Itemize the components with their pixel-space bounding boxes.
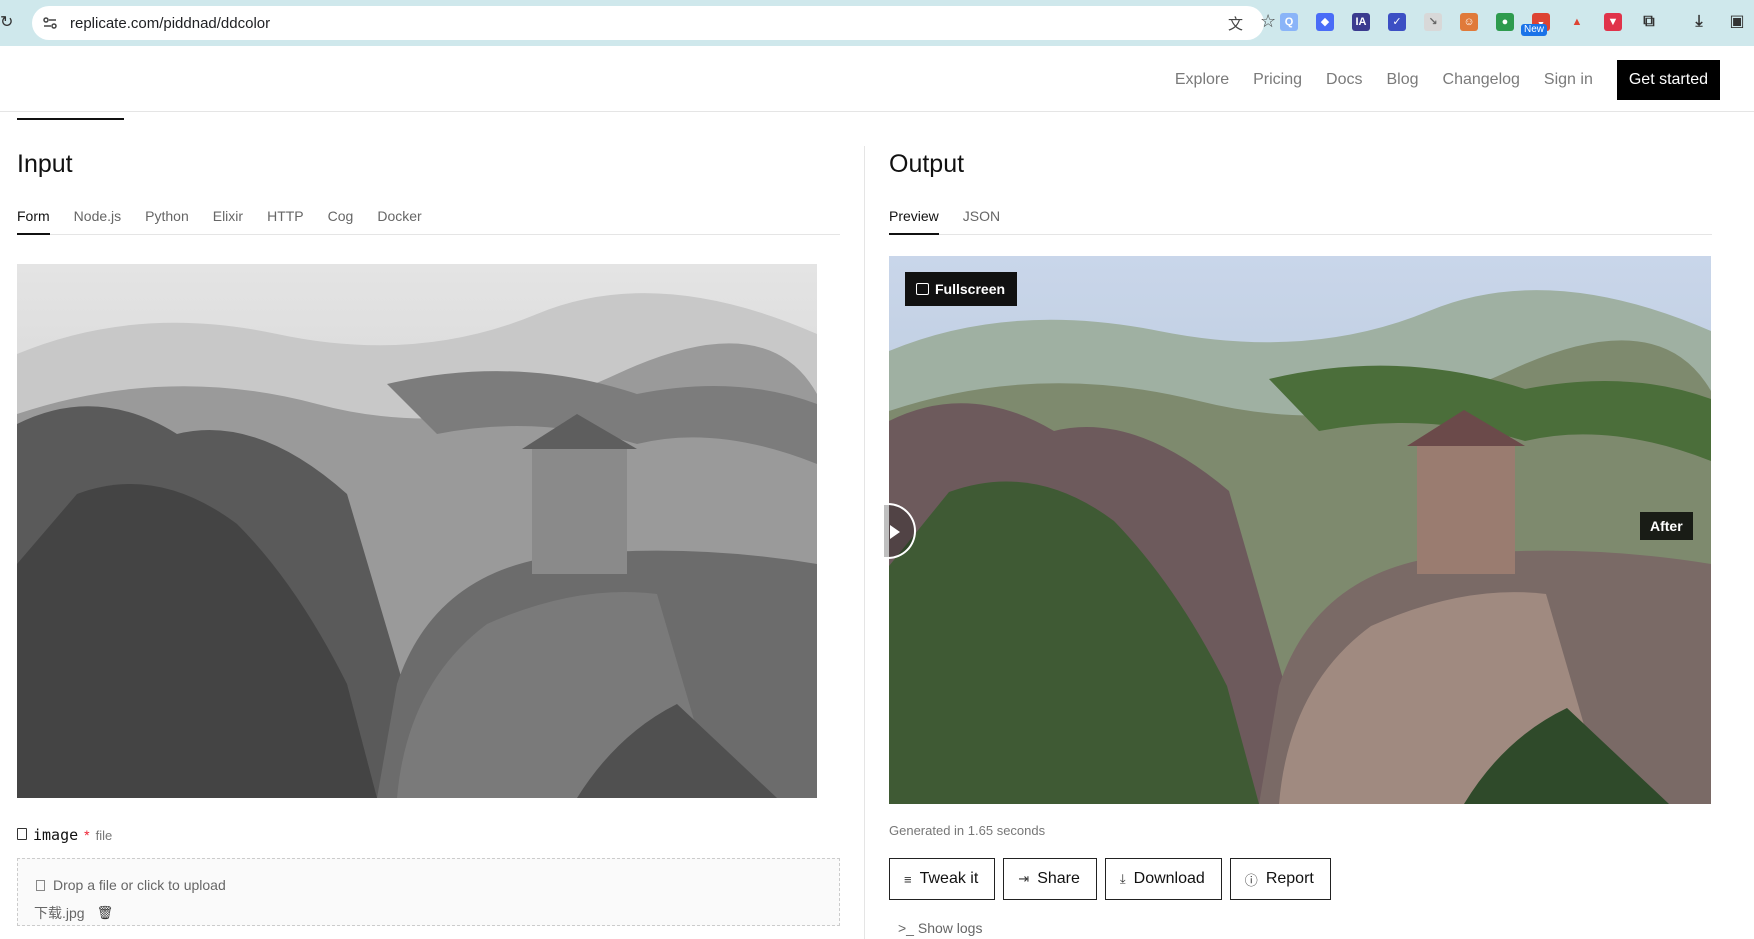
translate-icon[interactable]: 文 xyxy=(1228,13,1243,34)
input-image-preview[interactable] xyxy=(17,264,817,798)
alert-circle-icon: ⓘ xyxy=(1244,872,1258,888)
download-button[interactable]: ⤓ Download xyxy=(1104,858,1222,900)
nav-changelog[interactable]: Changelog xyxy=(1443,71,1520,89)
nav-blog[interactable]: Blog xyxy=(1386,71,1418,89)
file-icon xyxy=(17,828,27,840)
required-marker: * xyxy=(84,827,90,843)
output-tabs: Preview JSON xyxy=(889,208,1712,235)
address-bar[interactable]: replicate.com/piddnad/ddcolor 文 ☆ xyxy=(32,6,1276,40)
extension-icon[interactable]: ☺ xyxy=(1460,13,1478,31)
extension-icon[interactable]: Q xyxy=(1280,13,1298,31)
nav-docs[interactable]: Docs xyxy=(1326,71,1362,89)
column-divider xyxy=(864,146,865,939)
show-logs-toggle[interactable]: >_ Show logs xyxy=(898,920,982,936)
site-settings-icon[interactable] xyxy=(42,15,58,31)
extension-icon[interactable]: ▲ xyxy=(1568,13,1586,31)
nav-sign-in[interactable]: Sign in xyxy=(1544,71,1593,89)
reload-icon[interactable]: ↻ xyxy=(0,13,20,33)
terminal-icon: >_ xyxy=(898,920,914,936)
share-label: Share xyxy=(1037,870,1080,887)
file-dropzone[interactable]: Drop a file or click to upload 下载.jpg 🗑 xyxy=(17,858,840,926)
tweak-it-button[interactable]: ≡ Tweak it xyxy=(889,858,996,900)
tab-form[interactable]: Form xyxy=(17,208,50,235)
uploaded-file: 下载.jpg 🗑 xyxy=(34,903,113,923)
field-name: image xyxy=(33,826,79,844)
tab-cog[interactable]: Cog xyxy=(328,208,354,234)
url-text[interactable]: replicate.com/piddnad/ddcolor xyxy=(70,15,270,32)
nav-pricing[interactable]: Pricing xyxy=(1253,71,1302,89)
dropzone-hint-text: Drop a file or click to upload xyxy=(53,877,226,893)
sliders-icon: ≡ xyxy=(904,871,912,887)
get-started-button[interactable]: Get started xyxy=(1616,60,1720,100)
extension-icon[interactable]: ◆ xyxy=(1316,13,1334,31)
tab-json[interactable]: JSON xyxy=(963,208,1000,234)
image-field-label: image * file xyxy=(17,826,112,844)
tweak-it-label: Tweak it xyxy=(919,870,979,887)
extension-icon[interactable]: ● xyxy=(1496,13,1514,31)
trash-icon[interactable]: 🗑 xyxy=(97,905,114,921)
generation-time: Generated in 1.65 seconds xyxy=(889,823,1046,838)
extension-icon[interactable]: ↘ xyxy=(1424,13,1442,31)
nav-explore[interactable]: Explore xyxy=(1175,71,1229,89)
download-icon[interactable]: ⤓ xyxy=(1690,13,1708,31)
tab-python[interactable]: Python xyxy=(145,208,189,234)
extension-icon[interactable]: IA xyxy=(1352,13,1370,31)
download-icon: ⤓ xyxy=(1119,871,1126,886)
output-actions: ≡ Tweak it ⇥ Share ⤓ Download ⓘ Report xyxy=(889,858,1331,900)
site-header: Explore Pricing Docs Blog Changelog Sign… xyxy=(0,46,1754,112)
file-name: 下载.jpg xyxy=(34,905,85,921)
download-label: Download xyxy=(1133,870,1205,887)
browser-toolbar: ↻ replicate.com/piddnad/ddcolor 文 ☆ Q ◆ … xyxy=(0,0,1754,46)
input-title: Input xyxy=(17,150,73,178)
tab-http[interactable]: HTTP xyxy=(267,208,304,234)
output-title: Output xyxy=(889,150,965,178)
sidebar-icon[interactable]: ▣ xyxy=(1728,13,1746,31)
fullscreen-label: Fullscreen xyxy=(935,281,1006,297)
top-nav: Explore Pricing Docs Blog Changelog Sign… xyxy=(1151,60,1720,100)
fullscreen-icon xyxy=(916,283,929,295)
output-image-preview[interactable] xyxy=(889,256,1711,804)
input-tabs: Form Node.js Python Elixir HTTP Cog Dock… xyxy=(17,208,840,235)
active-page-tab-indicator xyxy=(17,118,124,120)
fullscreen-button[interactable]: Fullscreen xyxy=(905,272,1018,306)
share-icon: ⇥ xyxy=(1018,871,1030,886)
show-logs-label: Show logs xyxy=(917,920,983,936)
report-label: Report xyxy=(1265,870,1314,887)
tab-docker[interactable]: Docker xyxy=(377,208,421,234)
file-icon xyxy=(36,879,45,891)
tab-elixir[interactable]: Elixir xyxy=(213,208,243,234)
tab-nodejs[interactable]: Node.js xyxy=(74,208,121,234)
share-button[interactable]: ⇥ Share xyxy=(1003,858,1097,900)
puzzle-extensions-icon[interactable]: ⧉ xyxy=(1640,13,1658,31)
report-button[interactable]: ⓘ Report xyxy=(1229,858,1331,900)
extension-icon[interactable]: ▼ xyxy=(1604,13,1622,31)
extension-icon[interactable]: ✓ xyxy=(1388,13,1406,31)
tab-preview[interactable]: Preview xyxy=(889,208,939,235)
new-badge: New xyxy=(1521,24,1548,36)
field-type: file xyxy=(95,828,113,843)
dropzone-hint[interactable]: Drop a file or click to upload xyxy=(36,877,226,893)
after-label: After xyxy=(1640,512,1693,540)
bookmark-star-icon[interactable]: ☆ xyxy=(1260,11,1276,32)
